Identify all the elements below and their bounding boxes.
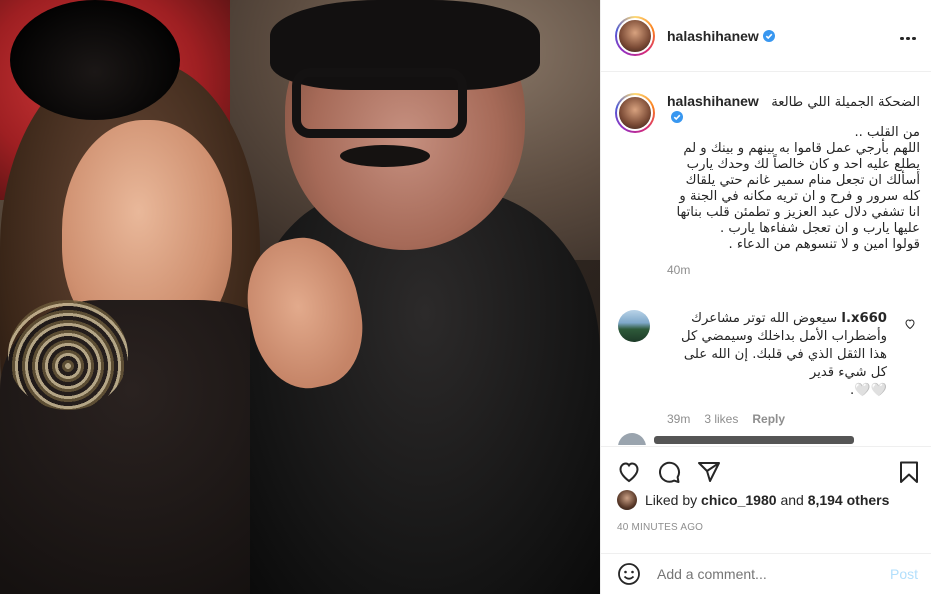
verified-badge-icon [762,29,775,42]
post-header: halashihanew [601,0,931,72]
next-comment-peek [618,433,908,445]
caption-time[interactable]: 40m [667,263,920,277]
liker-username[interactable]: chico_1980 [701,492,777,508]
photo-mustache [340,145,430,167]
photo-glasses [292,68,467,138]
liked-by: Liked by chico_1980 and 8,194 others [617,490,889,510]
caption-text: من القلب .. اللهم بأرجي عمل قاموا به بين… [676,125,920,252]
post-photo[interactable] [0,0,600,594]
post-sidebar: halashihanew halashihanew الضحكة الجميلة… [600,0,931,594]
caption-username[interactable]: halashihanew [667,93,771,125]
more-options-icon[interactable] [900,27,918,43]
post-button[interactable]: Post [890,566,918,582]
comment-input[interactable] [657,566,890,582]
comment-icon[interactable] [657,460,681,484]
caption-first-line: الضحكة الجميلة اللي طالعة [771,95,920,110]
comment-likes[interactable]: 3 likes [704,412,738,426]
author-avatar[interactable] [615,15,655,56]
share-icon[interactable] [697,460,721,484]
add-comment-bar: Post [601,553,931,594]
commenter-avatar[interactable] [618,310,650,342]
instagram-post: halashihanew halashihanew الضحكة الجميلة… [0,0,931,594]
comment-item: l.x660 سيعوض الله توتر مشاعرك وأضطراب ال… [615,310,920,426]
liker-avatar[interactable] [617,490,637,510]
caption: halashihanew الضحكة الجميلة اللي طالعة م… [615,93,920,277]
heart-icon[interactable] [617,460,641,484]
liked-by-and: and [780,492,804,508]
verified-badge-icon [671,111,683,123]
bookmark-icon[interactable] [897,460,921,484]
comments-area: halashihanew الضحكة الجميلة اللي طالعة م… [601,73,931,445]
post-timestamp[interactable]: 40 MINUTES AGO [617,522,703,533]
comment-time[interactable]: 39m [667,412,690,426]
photo-black-hat [10,0,180,120]
likes-count[interactable]: 8,194 others [808,492,890,508]
liked-by-prefix: Liked by [645,492,698,508]
caption-avatar[interactable] [615,93,655,133]
reply-button[interactable]: Reply [752,412,785,426]
emoji-icon[interactable] [617,562,641,586]
commenter-username[interactable]: l.x660 [841,311,887,326]
author-username[interactable]: halashihanew [667,28,775,44]
comment-heart-icon[interactable] [904,318,916,330]
photo-beaded-shoulder [8,300,128,410]
